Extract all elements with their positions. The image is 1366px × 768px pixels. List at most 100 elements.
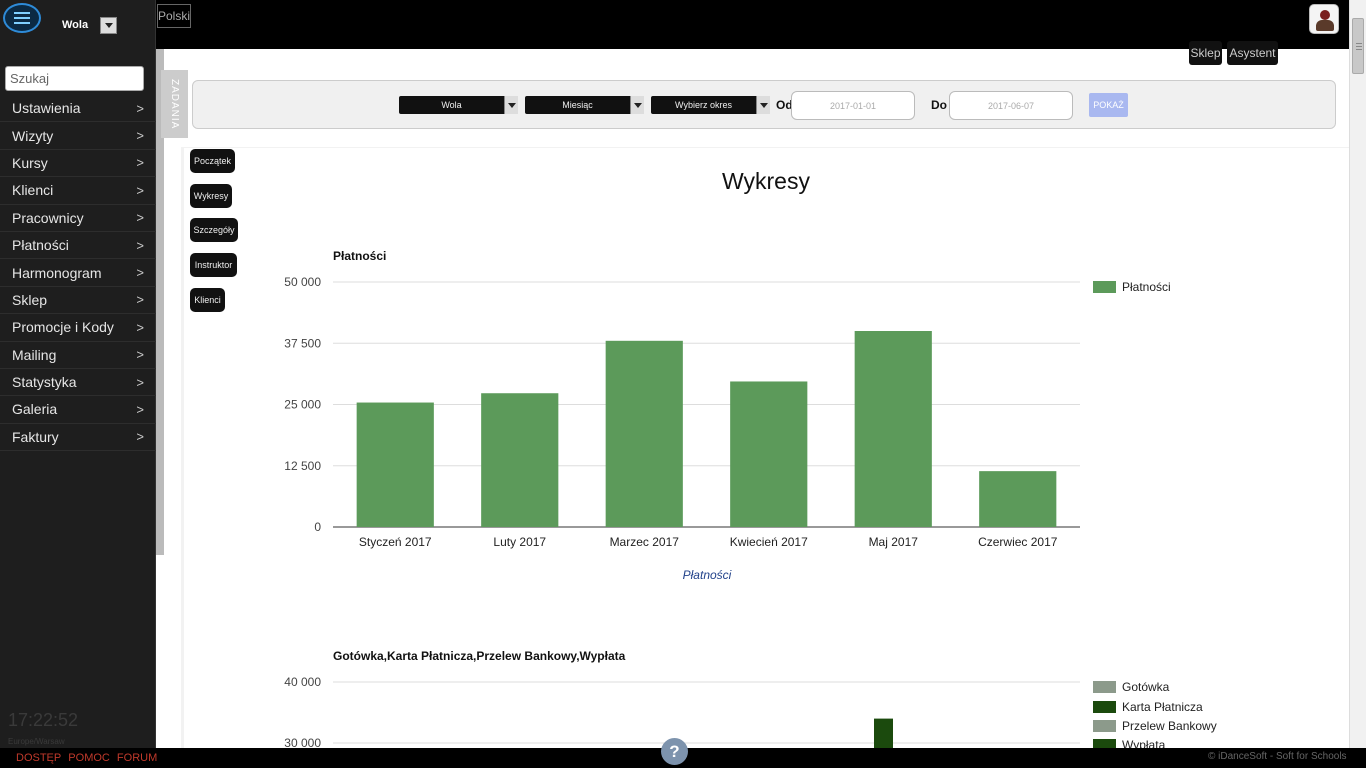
chevron-right-icon: >: [136, 100, 144, 116]
chevron-down-icon: [756, 96, 770, 114]
menu-icon[interactable]: [3, 3, 41, 33]
bar: [356, 402, 434, 527]
side-nav-charts[interactable]: Wykresy: [190, 184, 232, 208]
sidebar-item-galeria[interactable]: Galeria >: [0, 396, 156, 424]
side-nav-clients[interactable]: Klienci: [190, 288, 225, 312]
x-tick-label: Maj 2017: [869, 535, 919, 549]
sidebar-menu: Ustawienia > Wizyty > Kursy > Klienci > Prac…: [0, 95, 156, 452]
payments-chart: Płatności Płatności Płatności 50 000 37 5…: [284, 249, 1171, 582]
from-date-input[interactable]: 2017-01-01: [791, 91, 915, 120]
scrollbar-thumb[interactable]: [1352, 18, 1364, 74]
payment-methods-chart: Gotówka,Karta Płatnicza,Przelew Bankowy,…: [284, 649, 1217, 748]
legend-swatch-card: [1093, 701, 1116, 713]
shop-button[interactable]: Sklep: [1189, 41, 1222, 65]
chevron-right-icon: >: [136, 292, 144, 308]
sidebar-item-ustawienia[interactable]: Ustawienia >: [0, 95, 156, 123]
to-label: Do: [931, 98, 947, 112]
footer-link-access[interactable]: DOSTĘP: [16, 752, 61, 764]
branch-name: Wola: [62, 19, 89, 31]
bar: [854, 331, 932, 527]
top-bar: [0, 0, 1366, 49]
sidebar-item-klienci[interactable]: Klienci >: [0, 177, 156, 205]
chevron-right-icon: >: [136, 128, 144, 144]
chevron-right-icon: >: [136, 347, 144, 363]
sidebar-item-statystyka[interactable]: Statystyka >: [0, 369, 156, 397]
legend-swatch-withdrawal: [1093, 739, 1116, 748]
language-button[interactable]: Polski: [157, 4, 191, 28]
x-tick-label: Luty 2017: [493, 535, 546, 549]
footer-links: DOSTĘP POMOC FORUM: [16, 752, 161, 764]
x-tick-label: Kwiecień 2017: [730, 535, 808, 549]
x-tick-label: Styczeń 2017: [359, 535, 432, 549]
sidebar-item-mailing[interactable]: Mailing >: [0, 342, 156, 369]
chevron-right-icon: >: [136, 182, 144, 198]
bar: [605, 340, 683, 527]
chart-title: Płatności: [333, 249, 386, 263]
chevron-right-icon: >: [136, 429, 144, 445]
sidebar-item-promocje[interactable]: Promocje i Kody >: [0, 314, 156, 342]
page-title: Wykresy: [722, 168, 810, 194]
x-axis-label: Płatności: [683, 568, 732, 582]
chevron-down-icon: [630, 96, 644, 114]
to-date-input[interactable]: 2017-06-07: [949, 91, 1073, 120]
legend-label: Płatności: [1122, 280, 1171, 294]
timezone-label: Europe/Warsaw: [8, 737, 65, 746]
branch-select[interactable]: Wola: [399, 96, 518, 114]
y-tick-label: 40 000: [284, 675, 321, 689]
x-tick-label: Czerwiec 2017: [978, 535, 1058, 549]
copyright: © iDanceSoft - Soft for Schools: [1208, 751, 1347, 762]
chevron-right-icon: >: [136, 374, 144, 390]
legend-label-cash: Gotówka: [1122, 680, 1170, 694]
branch-dropdown-button[interactable]: [100, 17, 117, 34]
sidebar-item-platnosci[interactable]: Płatności >: [0, 232, 156, 260]
legend-label-card: Karta Płatnicza: [1122, 700, 1203, 714]
legend-swatch-cash: [1093, 681, 1116, 693]
legend-swatch-transfer: [1093, 720, 1116, 732]
y-tick-label: 0: [314, 520, 321, 534]
sidebar-item-sklep[interactable]: Sklep >: [0, 287, 156, 315]
chevron-right-icon: >: [136, 155, 144, 171]
chevron-right-icon: >: [136, 210, 144, 226]
chevron-right-icon: >: [136, 401, 144, 417]
y-tick-label: 25 000: [284, 398, 321, 412]
scrollbar[interactable]: [1349, 0, 1366, 748]
help-icon[interactable]: ?: [661, 738, 688, 765]
show-button[interactable]: POKAŻ: [1089, 93, 1128, 117]
side-nav-start[interactable]: Początek: [190, 149, 235, 173]
period-select[interactable]: Wybierz okres: [651, 96, 770, 114]
legend-swatch: [1093, 281, 1116, 293]
side-nav-instructor[interactable]: Instruktor: [190, 253, 237, 277]
user-avatar-icon[interactable]: [1309, 4, 1339, 34]
assistant-button[interactable]: Asystent: [1227, 41, 1278, 65]
sidebar: Wola Ustawienia> Wizyty> Kursy> Klienci>…: [0, 0, 156, 748]
side-nav-details[interactable]: Szczegóły: [190, 218, 238, 242]
bar: [979, 471, 1057, 527]
chevron-right-icon: >: [136, 237, 144, 253]
legend-label-withdrawal: Wypłata: [1122, 738, 1166, 748]
sidebar-item-pracownicy[interactable]: Pracownicy >: [0, 205, 156, 232]
search-input[interactable]: [5, 66, 144, 91]
chevron-down-icon: [104, 23, 113, 28]
y-tick-label: 30 000: [284, 736, 321, 748]
sidebar-item-wizyty[interactable]: Wizyty >: [0, 122, 156, 150]
bar: [481, 393, 559, 527]
tasks-tab[interactable]: ZADANIA: [161, 70, 188, 138]
sidebar-item-faktury[interactable]: Faktury >: [0, 424, 156, 452]
y-tick-label: 50 000: [284, 275, 321, 289]
clock: 17:22:52: [8, 710, 79, 730]
period-type-select[interactable]: Miesiąc: [525, 96, 644, 114]
chevron-down-icon: [504, 96, 518, 114]
bar: [730, 381, 808, 527]
chevron-right-icon: >: [136, 319, 144, 335]
footer-link-help[interactable]: POMOC: [68, 752, 110, 764]
chevron-right-icon: >: [136, 265, 144, 281]
x-tick-label: Marzec 2017: [610, 535, 680, 549]
sidebar-item-harmonogram[interactable]: Harmonogram >: [0, 259, 156, 287]
sidebar-item-kursy[interactable]: Kursy >: [0, 150, 156, 178]
bar: [874, 718, 893, 748]
footer-link-forum[interactable]: FORUM: [117, 752, 157, 764]
chart-title: Gotówka,Karta Płatnicza,Przelew Bankowy,…: [333, 649, 626, 663]
y-tick-label: 37 500: [284, 336, 321, 350]
legend-label-transfer: Przelew Bankowy: [1122, 719, 1217, 733]
y-tick-label: 12 500: [284, 459, 321, 473]
